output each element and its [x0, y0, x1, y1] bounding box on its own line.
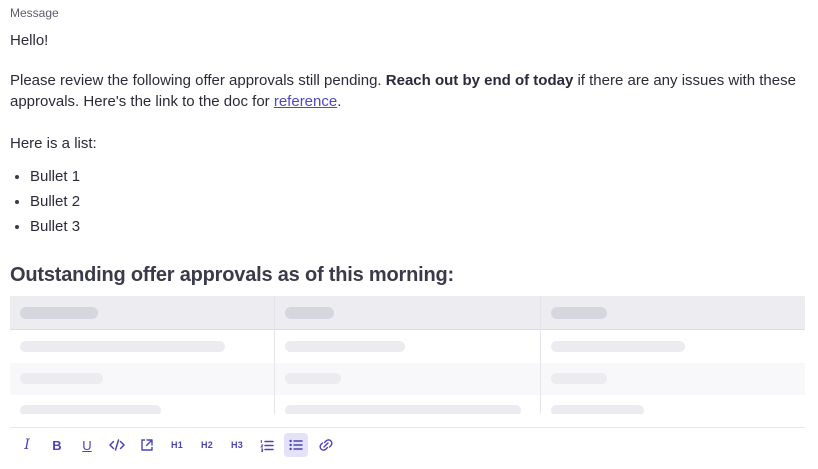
bullet-list: Bullet 1 Bullet 2 Bullet 3	[10, 164, 80, 239]
message-field-label: Message	[10, 6, 59, 20]
code-button[interactable]	[106, 433, 128, 457]
table-row	[10, 363, 805, 395]
embed-icon	[141, 439, 153, 451]
body-paragraph: Please review the following offer approv…	[10, 70, 800, 112]
body-intro-text: Please review the following offer approv…	[10, 72, 386, 89]
numbered-list-icon	[260, 439, 274, 452]
table-header-row	[10, 296, 805, 330]
heading-2-button[interactable]: H2	[196, 433, 218, 457]
heading-1-button[interactable]: H1	[166, 433, 188, 457]
italic-icon: I	[24, 437, 30, 453]
list-item: Bullet 2	[10, 189, 80, 214]
heading-2-icon: H2	[200, 440, 214, 450]
embed-button[interactable]	[136, 433, 158, 457]
skeleton-cell	[20, 341, 225, 352]
heading-3-button[interactable]: H3	[226, 433, 248, 457]
underline-icon: U	[82, 437, 92, 453]
table-heading: Outstanding offer approvals as of this m…	[10, 264, 454, 286]
body-bold-text: Reach out by end of today	[385, 72, 574, 89]
reference-link[interactable]: reference	[274, 93, 337, 110]
skeleton-header-cell	[285, 307, 334, 319]
column-divider	[540, 296, 541, 414]
skeleton-header-cell	[551, 307, 607, 319]
skeleton-cell	[551, 405, 644, 414]
skeleton-cell	[285, 405, 521, 414]
list-item: Bullet 3	[10, 214, 80, 239]
greeting-text: Hello!	[10, 32, 49, 49]
heading-3-icon: H3	[230, 440, 244, 450]
skeleton-cell	[551, 373, 607, 384]
skeleton-cell	[20, 373, 103, 384]
numbered-list-button[interactable]	[256, 433, 278, 457]
skeleton-cell	[285, 373, 341, 384]
underline-button[interactable]: U	[76, 433, 98, 457]
link-icon	[319, 439, 333, 451]
code-icon	[109, 439, 125, 451]
formatting-toolbar: I B U H1 H2 H3	[10, 427, 805, 461]
list-intro-text: Here is a list:	[10, 135, 97, 152]
heading-1-icon: H1	[170, 440, 184, 450]
approvals-table-skeleton	[10, 296, 805, 414]
bold-button[interactable]: B	[46, 433, 68, 457]
column-divider	[274, 296, 275, 414]
body-end-text: .	[337, 93, 342, 110]
italic-button[interactable]: I	[16, 433, 38, 457]
skeleton-cell	[285, 341, 405, 352]
skeleton-cell	[20, 405, 161, 414]
skeleton-cell	[551, 341, 685, 352]
bulleted-list-icon	[289, 439, 303, 451]
skeleton-header-cell	[20, 307, 98, 319]
link-button[interactable]	[315, 433, 337, 457]
list-item: Bullet 1	[10, 164, 80, 189]
bold-icon: B	[52, 437, 62, 453]
bulleted-list-button[interactable]	[284, 433, 308, 457]
